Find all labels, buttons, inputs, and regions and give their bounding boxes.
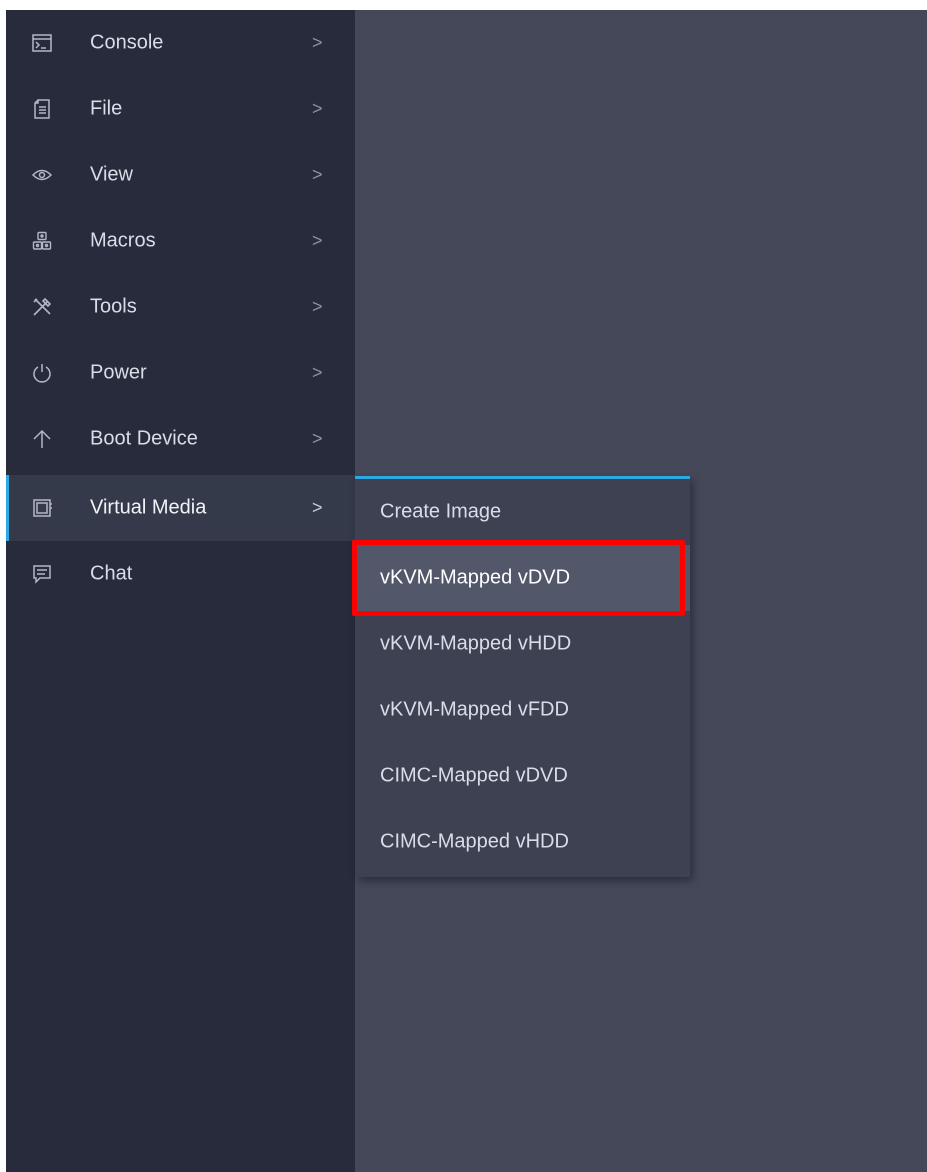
- menu-label: Power: [90, 361, 147, 384]
- menu-item-virtual-media[interactable]: Virtual Media >: [6, 475, 355, 541]
- virtual-media-submenu: Create Image vKVM-Mapped vDVD vKVM-Mappe…: [355, 476, 690, 877]
- chevron-right-icon: >: [312, 497, 323, 518]
- menu-label: Chat: [90, 562, 133, 585]
- submenu-item-cimc-mapped-vhdd[interactable]: CIMC-Mapped vHDD: [355, 809, 690, 875]
- chevron-right-icon: >: [312, 296, 323, 317]
- menu-label: Virtual Media: [90, 496, 207, 519]
- menu-label: Tools: [90, 295, 137, 318]
- menu-item-macros[interactable]: Macros >: [6, 208, 355, 274]
- macros-icon: [32, 231, 52, 251]
- submenu-label: CIMC-Mapped vDVD: [380, 764, 568, 787]
- submenu-item-vkvm-mapped-vfdd[interactable]: vKVM-Mapped vFDD: [355, 677, 690, 743]
- chevron-right-icon: >: [312, 230, 323, 251]
- virtual-media-icon: [32, 498, 52, 518]
- tools-icon: [32, 297, 52, 317]
- chevron-right-icon: >: [312, 32, 323, 53]
- menu-item-boot-device[interactable]: Boot Device >: [6, 406, 355, 472]
- menu-label: File: [90, 97, 123, 120]
- chevron-right-icon: >: [312, 428, 323, 449]
- console-icon: [32, 33, 52, 53]
- kvm-console-window: Console > File > View > Macros > Tools >…: [0, 0, 927, 1172]
- submenu-item-cimc-mapped-vdvd[interactable]: CIMC-Mapped vDVD: [355, 743, 690, 809]
- chevron-right-icon: >: [312, 98, 323, 119]
- submenu-item-vkvm-mapped-vdvd[interactable]: vKVM-Mapped vDVD: [355, 545, 690, 611]
- menu-item-file[interactable]: File >: [6, 76, 355, 142]
- submenu-item-vkvm-mapped-vhdd[interactable]: vKVM-Mapped vHDD: [355, 611, 690, 677]
- menu-label: Console: [90, 31, 164, 54]
- menu-item-view[interactable]: View >: [6, 142, 355, 208]
- sidebar-menu: Console > File > View > Macros > Tools >…: [6, 10, 355, 1172]
- arrow-up-icon: [32, 429, 52, 449]
- chevron-right-icon: >: [312, 362, 323, 383]
- menu-label: View: [90, 163, 133, 186]
- eye-icon: [32, 165, 52, 185]
- power-icon: [32, 363, 52, 383]
- submenu-item-create-image[interactable]: Create Image: [355, 479, 690, 545]
- submenu-label: CIMC-Mapped vHDD: [380, 830, 569, 853]
- menu-label: Boot Device: [90, 427, 198, 450]
- chat-icon: [32, 564, 52, 584]
- submenu-label: Create Image: [380, 500, 502, 523]
- chevron-right-icon: >: [312, 164, 323, 185]
- menu-item-power[interactable]: Power >: [6, 340, 355, 406]
- submenu-label: vKVM-Mapped vDVD: [380, 566, 571, 589]
- file-icon: [32, 99, 52, 119]
- submenu-label: vKVM-Mapped vFDD: [380, 698, 569, 721]
- menu-label: Macros: [90, 229, 156, 252]
- menu-item-chat[interactable]: Chat: [6, 541, 355, 607]
- submenu-label: vKVM-Mapped vHDD: [380, 632, 572, 655]
- menu-item-console[interactable]: Console >: [6, 10, 355, 76]
- menu-item-tools[interactable]: Tools >: [6, 274, 355, 340]
